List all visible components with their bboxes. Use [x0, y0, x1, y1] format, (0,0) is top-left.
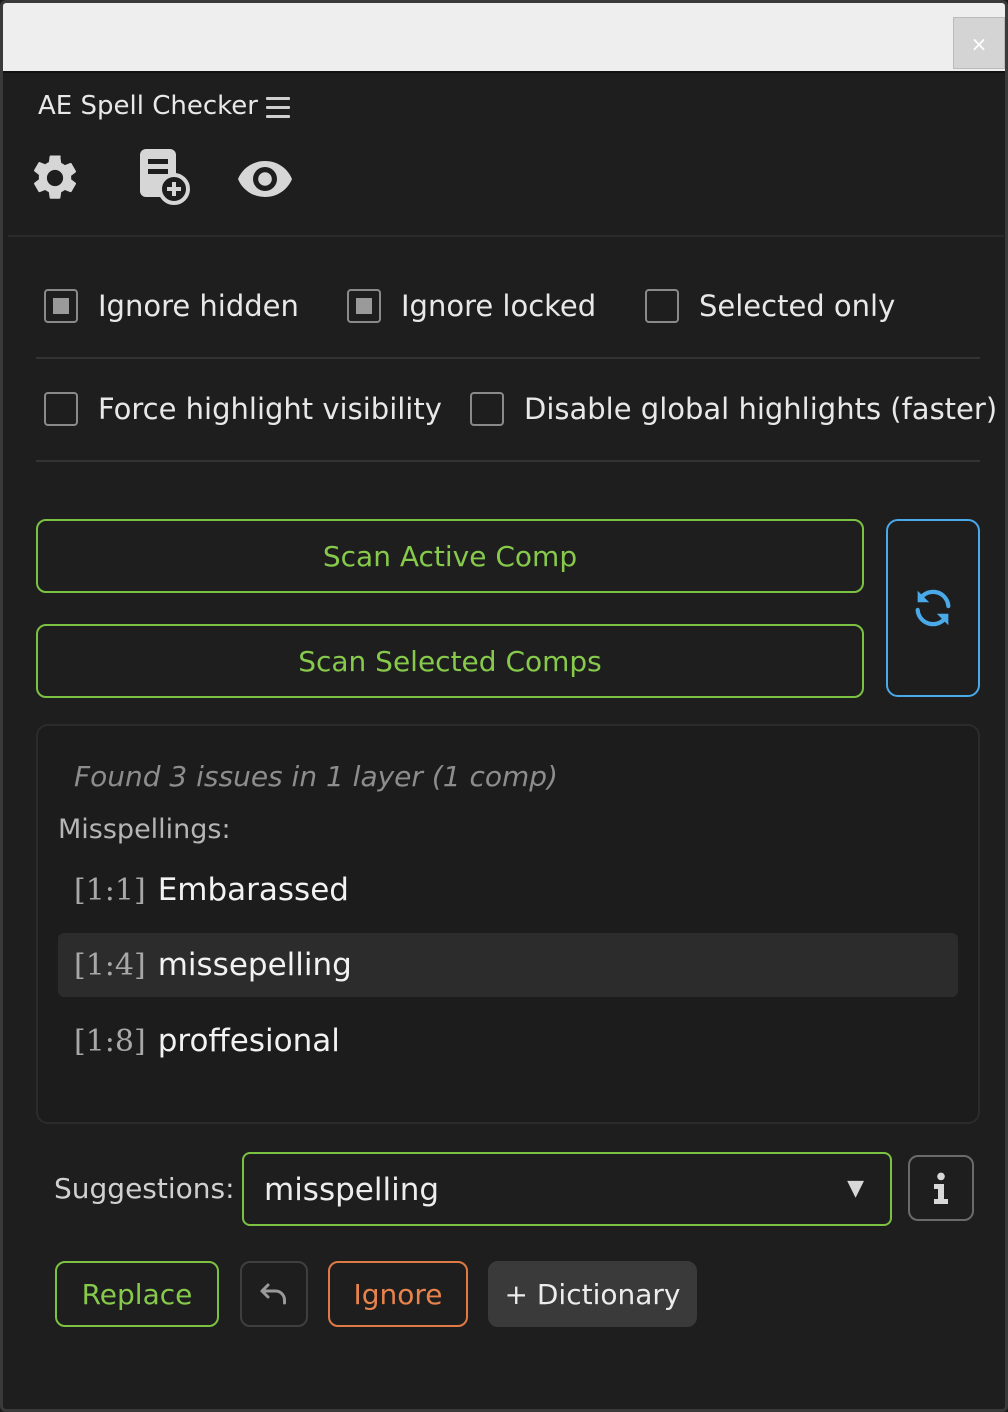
option-disable-global[interactable]: Disable global highlights (faster): [470, 392, 997, 426]
force-highlight-label: Force highlight visibility: [98, 392, 442, 426]
misspelling-item-selected[interactable]: [1:4] missepelling: [58, 933, 958, 997]
refresh-icon: [915, 589, 951, 627]
undo-button[interactable]: [240, 1261, 308, 1327]
misspelling-item[interactable]: [1:8] proffesional: [58, 1009, 958, 1073]
misspellings-heading: Misspellings:: [58, 814, 231, 845]
options-divider-1: [36, 357, 980, 359]
dictionary-add-icon[interactable]: [134, 147, 190, 205]
close-button[interactable]: ×: [953, 17, 1005, 69]
suggestions-label: Suggestions:: [54, 1172, 235, 1205]
issue-word: missepelling: [157, 947, 352, 983]
suggestions-dropdown[interactable]: misspelling ▼: [242, 1152, 892, 1226]
results-box: Found 3 issues in 1 layer (1 comp) Missp…: [36, 724, 980, 1124]
ignore-hidden-label: Ignore hidden: [98, 289, 299, 323]
refresh-button[interactable]: [886, 519, 980, 697]
info-button[interactable]: [908, 1155, 974, 1221]
hamburger-menu-icon[interactable]: [266, 97, 290, 119]
title-bar: ×: [3, 3, 1005, 73]
issue-position: [1:1]: [74, 872, 146, 908]
option-force-highlight[interactable]: Force highlight visibility: [44, 392, 442, 426]
app-window: × AE Spell Checker Ignore hidden Ignore …: [0, 0, 1008, 1412]
spell-checker-panel: AE Spell Checker Ignore hidden Ignore lo…: [8, 75, 1004, 1409]
issue-position: [1:8]: [74, 1023, 146, 1059]
disable-global-checkbox[interactable]: [470, 392, 504, 426]
panel-title: AE Spell Checker: [38, 91, 258, 121]
toolbar-separator: [8, 235, 1004, 237]
option-ignore-locked[interactable]: Ignore locked: [347, 289, 596, 323]
replace-button[interactable]: Replace: [55, 1261, 219, 1327]
force-highlight-checkbox[interactable]: [44, 392, 78, 426]
issue-word: Embarassed: [157, 872, 349, 908]
ignore-locked-checkbox[interactable]: [347, 289, 381, 323]
scan-selected-comps-button[interactable]: Scan Selected Comps: [36, 624, 864, 698]
option-selected-only[interactable]: Selected only: [645, 289, 895, 323]
add-to-dictionary-button[interactable]: + Dictionary: [488, 1261, 697, 1327]
gear-icon[interactable]: [28, 151, 82, 205]
eye-icon[interactable]: [236, 159, 294, 199]
scan-active-comp-button[interactable]: Scan Active Comp: [36, 519, 864, 593]
disable-global-label: Disable global highlights (faster): [524, 392, 998, 426]
option-ignore-hidden[interactable]: Ignore hidden: [44, 289, 299, 323]
ignore-locked-label: Ignore locked: [401, 289, 597, 323]
selected-only-checkbox[interactable]: [645, 289, 679, 323]
issue-position: [1:4]: [74, 947, 146, 983]
undo-icon: [260, 1283, 286, 1305]
selected-only-label: Selected only: [699, 289, 896, 323]
results-summary: Found 3 issues in 1 layer (1 comp): [74, 760, 558, 793]
misspelling-item[interactable]: [1:1] Embarassed: [58, 858, 958, 922]
ignore-button[interactable]: Ignore: [328, 1261, 468, 1327]
info-icon: [934, 1172, 948, 1204]
ignore-hidden-checkbox[interactable]: [44, 289, 78, 323]
chevron-down-icon: ▼: [847, 1176, 864, 1201]
options-divider-2: [36, 460, 980, 462]
issue-word: proffesional: [157, 1023, 340, 1059]
suggestion-value: misspelling: [264, 1172, 440, 1208]
